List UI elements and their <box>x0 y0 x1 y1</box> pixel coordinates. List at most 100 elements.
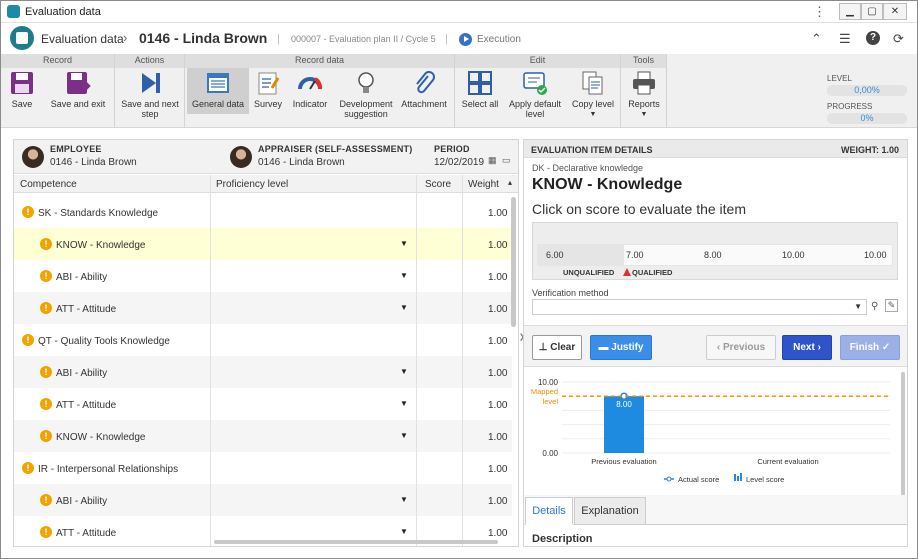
ribbon-group-edit: Edit Select all Apply default level Copy… <box>455 54 621 128</box>
weight-cell: 1.00 <box>488 400 508 411</box>
breadcrumb-evaluation-data[interactable]: Evaluation data <box>41 32 124 46</box>
development-suggestion-button[interactable]: Development suggestion <box>335 70 397 119</box>
competence-item-row[interactable]: ! KNOW - Knowledge ▼ 1.00 <box>14 228 512 260</box>
refresh-icon[interactable]: ⟳ <box>893 31 904 47</box>
score-bar[interactable]: 6.00 7.00 8.00 10.00 10.00 <box>537 244 893 266</box>
close-button[interactable]: ✕ <box>883 3 907 20</box>
proficiency-dropdown-icon[interactable]: ▼ <box>400 367 408 376</box>
next-button[interactable]: Next › <box>782 335 832 360</box>
tab-details[interactable]: Details <box>525 497 573 525</box>
copy-level-button[interactable]: Copy level ▼ <box>569 70 617 120</box>
score-tick[interactable]: 8.00 <box>704 250 722 260</box>
col-weight[interactable]: Weight <box>468 179 499 190</box>
col-score[interactable]: Score <box>425 179 451 190</box>
save-and-exit-button[interactable]: Save and exit <box>47 70 109 109</box>
competence-name: ATT - Attitude <box>56 528 117 539</box>
eraser-icon[interactable]: ✎ <box>885 299 898 312</box>
score-tick[interactable]: 7.00 <box>626 250 644 260</box>
score-scale: 6.00 7.00 8.00 10.00 10.00 UNQUALIFIED Q… <box>532 222 898 280</box>
warning-icon: ! <box>40 398 52 410</box>
description-heading: Description <box>532 533 593 545</box>
help-icon[interactable]: ? <box>866 31 880 45</box>
competence-name: QT - Quality Tools Knowledge <box>38 336 170 347</box>
attachment-button[interactable]: Attachment <box>399 70 449 109</box>
divider <box>462 175 463 546</box>
horizontal-scrollbar[interactable] <box>214 540 498 544</box>
score-tick[interactable]: 10.00 <box>782 250 805 260</box>
verification-method-select[interactable]: ▼ <box>532 299 867 315</box>
indicator-button[interactable]: Indicator <box>289 70 331 109</box>
y-tick-label: 10.00 <box>538 378 559 387</box>
proficiency-dropdown-icon[interactable]: ▼ <box>400 303 408 312</box>
save-button[interactable]: Save <box>5 70 39 109</box>
finish-button[interactable]: Finish ✓ <box>840 335 900 360</box>
proficiency-dropdown-icon[interactable]: ▼ <box>400 239 408 248</box>
clear-label: Clear <box>550 342 576 353</box>
ribbon-toolbar: Record Save Save and exit Actions Save a… <box>1 54 917 128</box>
competence-group-row[interactable]: ! QT - Quality Tools Knowledge 1.00 <box>14 324 512 356</box>
weight-cell: 1.00 <box>488 528 508 539</box>
instruction-text: Click on score to evaluate the item <box>532 201 746 217</box>
competence-item-row[interactable]: ! ATT - Attitude ▼ 1.00 <box>14 292 512 324</box>
competence-item-row[interactable]: ! ABI - Ability ▼ 1.00 <box>14 356 512 388</box>
proficiency-dropdown-icon[interactable]: ▼ <box>400 271 408 280</box>
legend-actual-score: Actual score <box>678 475 719 484</box>
app-window: Evaluation data ⋮ ▁ ▢ ✕ Evaluation data … <box>0 0 918 559</box>
apply-default-level-button[interactable]: Apply default level <box>505 70 565 119</box>
comment-icon: ▬ <box>598 342 609 353</box>
details-title: EVALUATION ITEM DETAILS <box>531 145 653 155</box>
survey-button[interactable]: Survey <box>251 70 285 109</box>
competence-group-row[interactable]: ! SK - Standards Knowledge 1.00 <box>14 196 512 228</box>
reports-button[interactable]: Reports ▼ <box>625 70 663 120</box>
previous-button[interactable]: ‹ Previous <box>706 335 776 360</box>
col-competence[interactable]: Competence <box>20 179 77 190</box>
proficiency-dropdown-icon[interactable]: ▼ <box>400 527 408 536</box>
maximize-button[interactable]: ▢ <box>861 3 883 20</box>
vertical-scrollbar[interactable] <box>901 372 905 497</box>
ribbon-group-record-data: Record data General data Survey Indicato… <box>185 54 455 128</box>
qualified-label: QUALIFIED <box>632 268 673 277</box>
more-icon[interactable]: ⋮ <box>813 4 826 20</box>
app-icon <box>7 5 20 18</box>
warning-icon: ! <box>40 366 52 378</box>
save-and-next-step-button[interactable]: Save and next step <box>117 70 183 119</box>
competence-item-row[interactable]: ! ATT - Attitude ▼ 1.00 <box>14 388 512 420</box>
justify-button[interactable]: ▬ Justify <box>590 335 652 360</box>
general-data-button[interactable]: General data <box>187 68 249 114</box>
competence-item-row[interactable]: ! ABI - Ability ▼ 1.00 <box>14 484 512 516</box>
comment-icon[interactable]: ▭ <box>502 155 511 166</box>
proficiency-dropdown-icon[interactable]: ▼ <box>400 495 408 504</box>
score-tick[interactable]: 6.00 <box>546 250 564 260</box>
window-title: Evaluation data <box>25 6 101 18</box>
list-icon[interactable]: ☰ <box>839 31 851 47</box>
minimize-button[interactable]: ▁ <box>839 3 861 20</box>
weight-cell: 1.00 <box>488 336 508 347</box>
divider: | <box>445 33 448 45</box>
competence-group-row[interactable]: ! IR - Interpersonal Relationships 1.00 <box>14 452 512 484</box>
warning-icon: ! <box>40 494 52 506</box>
chevron-down-icon: ▼ <box>854 302 862 311</box>
legend-bar-icon <box>737 476 739 481</box>
apply-label-2: level <box>525 109 545 119</box>
ribbon-group-title: Record data <box>185 54 454 68</box>
clear-button[interactable]: ⊥ Clear <box>532 335 582 360</box>
sort-icon[interactable]: ▴ <box>508 178 512 187</box>
tab-explanation[interactable]: Explanation <box>574 497 646 525</box>
competence-item-row[interactable]: ! ABI - Ability ▼ 1.00 <box>14 260 512 292</box>
competence-item-row[interactable]: ! KNOW - Knowledge ▼ 1.00 <box>14 420 512 452</box>
select-all-button[interactable]: Select all <box>459 70 501 109</box>
vertical-scrollbar[interactable] <box>511 197 516 327</box>
verification-method-label: Verification method <box>532 288 609 298</box>
collapse-up-icon[interactable]: ⌃ <box>811 31 822 47</box>
proficiency-dropdown-icon[interactable]: ▼ <box>400 399 408 408</box>
page-header: Evaluation data › 0146 - Linda Brown | 0… <box>1 24 917 54</box>
calendar-icon[interactable]: ▦ <box>488 155 497 166</box>
col-proficiency[interactable]: Proficiency level <box>216 179 288 190</box>
weight-cell: 1.00 <box>488 208 508 219</box>
ribbon-group-actions: Actions Save and next step <box>115 54 185 128</box>
score-tick[interactable]: 10.00 <box>864 250 887 260</box>
proficiency-dropdown-icon[interactable]: ▼ <box>400 431 408 440</box>
binoculars-icon[interactable]: ⚲ <box>871 301 878 312</box>
legend-bar-icon <box>740 473 742 481</box>
weight-cell: 1.00 <box>488 432 508 443</box>
